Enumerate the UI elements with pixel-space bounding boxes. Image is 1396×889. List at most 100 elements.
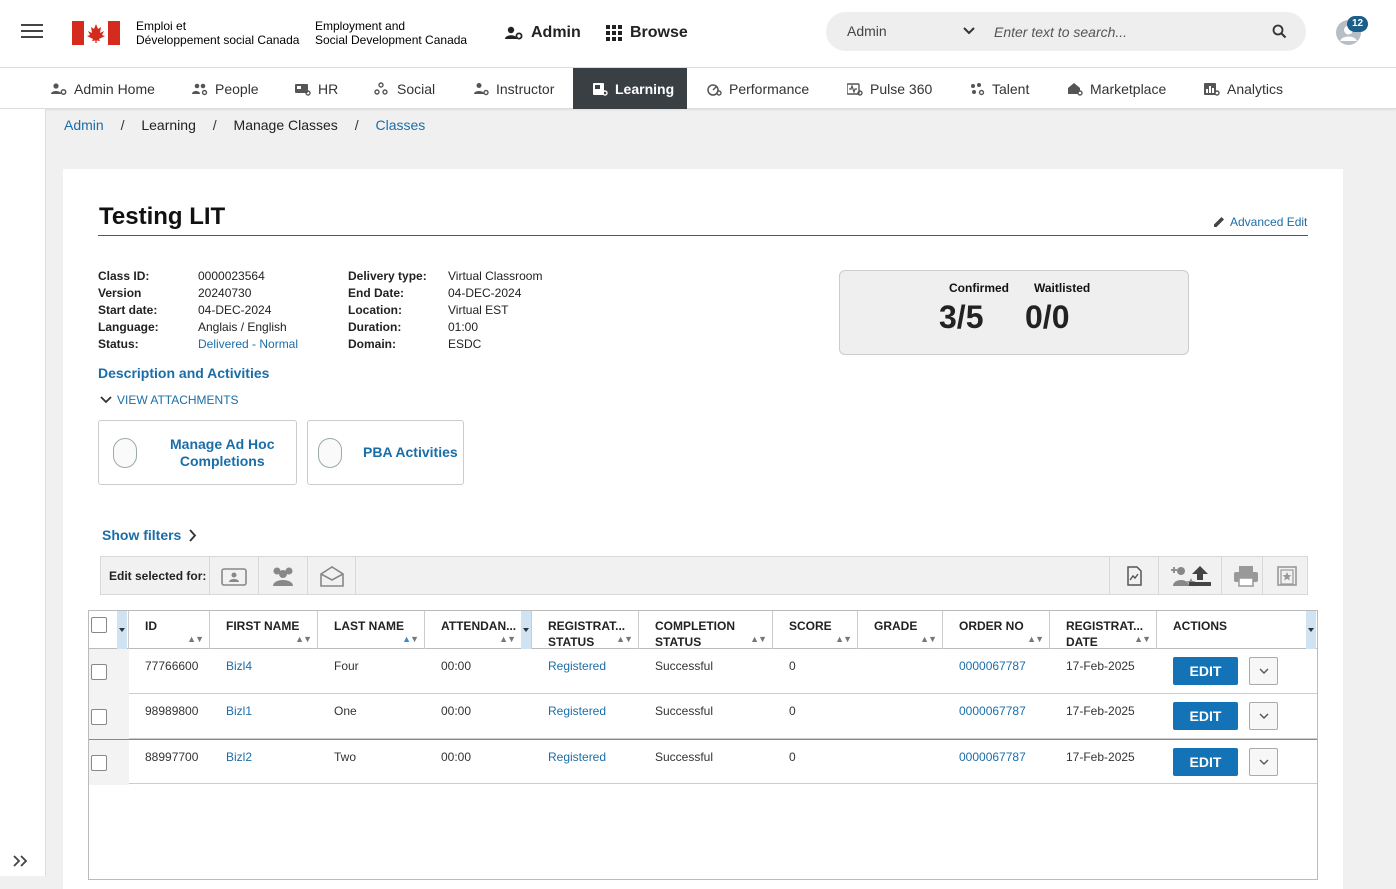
- tab-talent[interactable]: Talent: [969, 68, 1029, 109]
- edit-button[interactable]: EDIT: [1173, 657, 1238, 685]
- row-actions-dropdown[interactable]: [1249, 702, 1278, 730]
- row-checkbox[interactable]: [91, 755, 107, 771]
- group-icon[interactable]: [258, 557, 307, 594]
- search-scope-select[interactable]: Admin: [847, 23, 887, 39]
- advanced-edit-link[interactable]: Advanced Edit: [1212, 215, 1307, 229]
- tab-analytics[interactable]: Analytics: [1204, 68, 1283, 109]
- sort-ascending-icon[interactable]: ▲▼: [402, 634, 419, 644]
- id-card-icon[interactable]: [209, 557, 258, 594]
- tab-admin-home[interactable]: Admin Home: [51, 68, 155, 109]
- show-filters-label: Show filters: [102, 527, 182, 543]
- tile-label: PBA Activities: [363, 444, 458, 460]
- cell-score: 0: [789, 704, 796, 718]
- sort-arrows-icon[interactable]: ▲▼: [187, 634, 204, 644]
- admin-menu[interactable]: Admin: [505, 21, 581, 45]
- tab-pulse-360[interactable]: Pulse 360: [847, 68, 932, 109]
- cell-order-no-link[interactable]: 0000067787: [959, 659, 1026, 673]
- view-attachments-toggle[interactable]: VIEW ATTACHMENTS: [100, 393, 239, 407]
- bookmark-star-icon[interactable]: [1262, 557, 1311, 594]
- document-icon: [113, 437, 137, 468]
- column-menu-toggle[interactable]: [521, 611, 531, 649]
- chevron-down-icon[interactable]: [962, 26, 976, 36]
- pba-activities-tile[interactable]: PBA Activities: [307, 420, 464, 485]
- row-actions-dropdown[interactable]: [1249, 748, 1278, 776]
- tab-performance[interactable]: Performance: [706, 68, 809, 109]
- column-header-order-no[interactable]: ORDER NO ▲▼: [943, 611, 1050, 649]
- column-menu-toggle[interactable]: [117, 611, 127, 649]
- sort-arrows-icon[interactable]: ▲▼: [499, 634, 516, 644]
- edit-button[interactable]: EDIT: [1173, 748, 1238, 776]
- cell-registration-status-link[interactable]: Registered: [548, 659, 606, 673]
- people-icon: [192, 83, 208, 95]
- column-menu-toggle[interactable]: [1306, 611, 1316, 649]
- tab-people[interactable]: People: [192, 68, 259, 109]
- sort-arrows-icon[interactable]: ▲▼: [835, 634, 852, 644]
- title-divider: [98, 235, 1308, 236]
- status-link[interactable]: Delivered - Normal: [198, 337, 298, 351]
- tab-social[interactable]: Social: [374, 68, 435, 109]
- cell-first-name-link[interactable]: Bizl1: [226, 704, 252, 718]
- column-header-first-name[interactable]: FIRST NAME ▲▼: [210, 611, 318, 649]
- cell-first-name-link[interactable]: Bizl4: [226, 659, 252, 673]
- sort-arrows-icon[interactable]: ▲▼: [295, 634, 312, 644]
- cell-order-no-link[interactable]: 0000067787: [959, 750, 1026, 764]
- column-header-registration-status[interactable]: REGISTRAT... STATUS ▲▼: [532, 611, 639, 649]
- tab-instructor[interactable]: Instructor: [473, 68, 554, 109]
- notification-badge[interactable]: 12: [1347, 16, 1368, 32]
- cell-registration-date: 17-Feb-2025: [1066, 750, 1135, 764]
- tab-learning[interactable]: Learning: [573, 68, 687, 109]
- column-header-id[interactable]: ID ▲▼: [129, 611, 210, 649]
- row-actions-dropdown[interactable]: [1249, 657, 1278, 685]
- cell-registration-status-link[interactable]: Registered: [548, 704, 606, 718]
- tab-hr[interactable]: HR: [295, 68, 338, 109]
- chevron-right-icon: [189, 528, 197, 542]
- column-header-grade[interactable]: GRADE ▲▼: [858, 611, 943, 649]
- breadcrumb-separator: /: [120, 117, 125, 133]
- browse-menu[interactable]: Browse: [606, 21, 688, 45]
- upload-icon[interactable]: [1186, 557, 1214, 594]
- row-select-cell: [89, 694, 129, 739]
- column-header-completion-status[interactable]: COMPLETION STATUS ▲▼: [639, 611, 773, 649]
- tab-marketplace[interactable]: Marketplace: [1067, 68, 1166, 109]
- learning-icon: [593, 82, 608, 96]
- breadcrumb-classes[interactable]: Classes: [375, 117, 425, 133]
- row-checkbox[interactable]: [91, 709, 107, 725]
- meta-label: Language:: [98, 320, 159, 334]
- sort-arrows-icon[interactable]: ▲▼: [920, 634, 937, 644]
- column-header-score[interactable]: SCORE ▲▼: [773, 611, 858, 649]
- cell-order-no-link[interactable]: 0000067787: [959, 704, 1026, 718]
- instructor-icon: [474, 82, 489, 95]
- column-header-attendance[interactable]: ATTENDAN... ▲▼: [425, 611, 532, 649]
- sort-arrows-icon[interactable]: ▲▼: [1134, 634, 1151, 644]
- row-checkbox[interactable]: [91, 664, 107, 680]
- select-all-checkbox[interactable]: [91, 617, 107, 633]
- class-meta-values-right: Virtual Classroom 04-DEC-2024 Virtual ES…: [448, 268, 542, 353]
- manage-adhoc-completions-tile[interactable]: Manage Ad Hoc Completions: [98, 420, 297, 485]
- description-activities-link[interactable]: Description and Activities: [98, 365, 269, 381]
- tile-label-line2: Completions: [179, 452, 265, 469]
- column-header-registration-date[interactable]: REGISTRAT... DATE ▲▼: [1050, 611, 1157, 649]
- meta-label: End Date:: [348, 286, 405, 300]
- tab-label: Social: [397, 80, 436, 97]
- canada-flag-logo: [72, 21, 120, 45]
- sort-arrows-icon[interactable]: ▲▼: [616, 634, 633, 644]
- waitlisted-label: Waitlisted: [1034, 281, 1091, 295]
- tile-label-line1: Manage Ad Hoc: [170, 435, 275, 452]
- column-header-last-name[interactable]: LAST NAME ▲▼: [318, 611, 425, 649]
- cell-registration-status-link[interactable]: Registered: [548, 750, 606, 764]
- hamburger-menu-icon[interactable]: [21, 24, 43, 40]
- breadcrumb-admin[interactable]: Admin: [64, 117, 104, 133]
- show-filters-link[interactable]: Show filters: [102, 527, 197, 543]
- search-input[interactable]: [992, 20, 1252, 44]
- edit-button[interactable]: EDIT: [1173, 702, 1238, 730]
- row-select-cell: [89, 649, 129, 694]
- cell-first-name-link[interactable]: Bizl2: [226, 750, 252, 764]
- sort-arrows-icon[interactable]: ▲▼: [1027, 634, 1044, 644]
- meta-label: Start date:: [98, 303, 158, 317]
- search-icon[interactable]: [1272, 24, 1287, 39]
- report-icon[interactable]: [1109, 557, 1158, 594]
- envelope-icon[interactable]: [307, 557, 356, 594]
- expand-sidebar-icon[interactable]: [12, 852, 30, 873]
- sort-arrows-icon[interactable]: ▲▼: [750, 634, 767, 644]
- grid-icon: [606, 25, 622, 41]
